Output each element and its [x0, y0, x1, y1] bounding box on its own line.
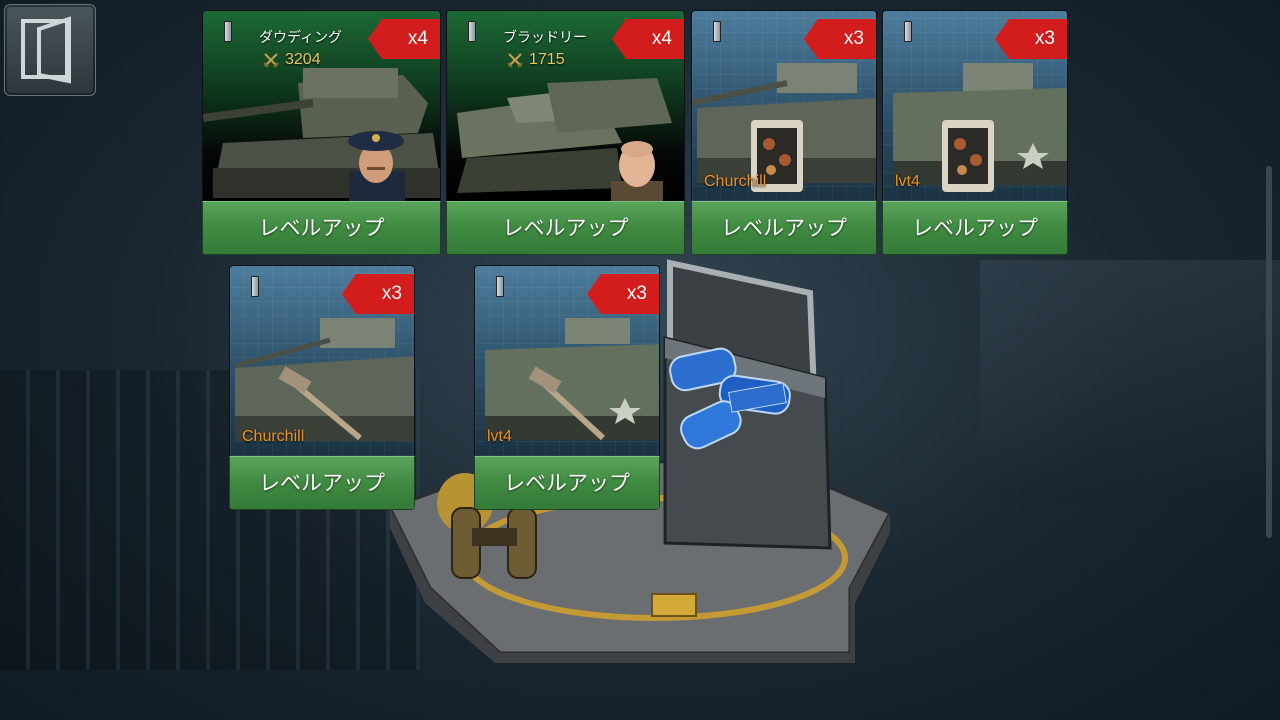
- hero-portrait: [611, 141, 663, 201]
- reward-card-hero-dowding: ダウディング 3204 x4 レベルアップ: [202, 10, 441, 255]
- rank-bar-icon: [468, 21, 476, 42]
- hero-card-art: ブラッドリー 1715 x4: [446, 10, 685, 201]
- hero-name: ブラッドリー: [503, 30, 587, 46]
- rank-bar-icon: [224, 21, 232, 42]
- scrollbar[interactable]: [1266, 166, 1272, 538]
- quantity-badge: x4: [368, 19, 440, 59]
- level-up-button[interactable]: レベルアップ: [446, 201, 685, 255]
- exit-button[interactable]: [4, 4, 96, 96]
- reward-card-part-lvt4-2: x3 lvt4 レベルアップ: [474, 265, 660, 510]
- level-up-button[interactable]: レベルアップ: [229, 456, 415, 510]
- part-card-art: x3 Churchill: [691, 10, 877, 201]
- background-machinery: [980, 260, 1280, 500]
- level-up-button[interactable]: レベルアップ: [882, 201, 1068, 255]
- quantity-badge: x3: [587, 274, 659, 314]
- engine-part-icon: [942, 120, 994, 192]
- reward-card-part-churchill: x3 Churchill レベルアップ: [691, 10, 877, 255]
- reward-card-part-churchill-2: x3 Churchill レベルアップ: [229, 265, 415, 510]
- rank-bar-icon: [496, 276, 504, 297]
- level-up-button[interactable]: レベルアップ: [474, 456, 660, 510]
- unit-name: lvt4: [487, 428, 512, 445]
- hero-card-art: ダウディング 3204 x4: [202, 10, 441, 201]
- part-card-art: x3 lvt4: [474, 265, 660, 456]
- quantity-badge: x3: [995, 19, 1067, 59]
- quantity-badge: x3: [342, 274, 414, 314]
- rank-bar-icon: [904, 21, 912, 42]
- rank-bar-icon: [713, 21, 721, 42]
- level-up-button[interactable]: レベルアップ: [691, 201, 877, 255]
- exit-door-icon: [21, 16, 71, 84]
- unit-name: lvt4: [895, 173, 920, 190]
- level-up-button[interactable]: レベルアップ: [202, 201, 441, 255]
- rank-bar-icon: [251, 276, 259, 297]
- part-card-art: x3 Churchill: [229, 265, 415, 456]
- hero-portrait: [348, 131, 405, 201]
- quantity-badge: x4: [612, 19, 684, 59]
- unit-name: Churchill: [704, 173, 767, 190]
- part-card-art: x3 lvt4: [882, 10, 1068, 201]
- quantity-badge: x3: [804, 19, 876, 59]
- reward-card-part-lvt4: x3 lvt4 レベルアップ: [882, 10, 1068, 255]
- unit-name: Churchill: [242, 428, 305, 445]
- hero-name: ダウディング: [259, 30, 343, 46]
- reward-card-hero-bradley: ブラッドリー 1715 x4 レベルアップ: [446, 10, 685, 255]
